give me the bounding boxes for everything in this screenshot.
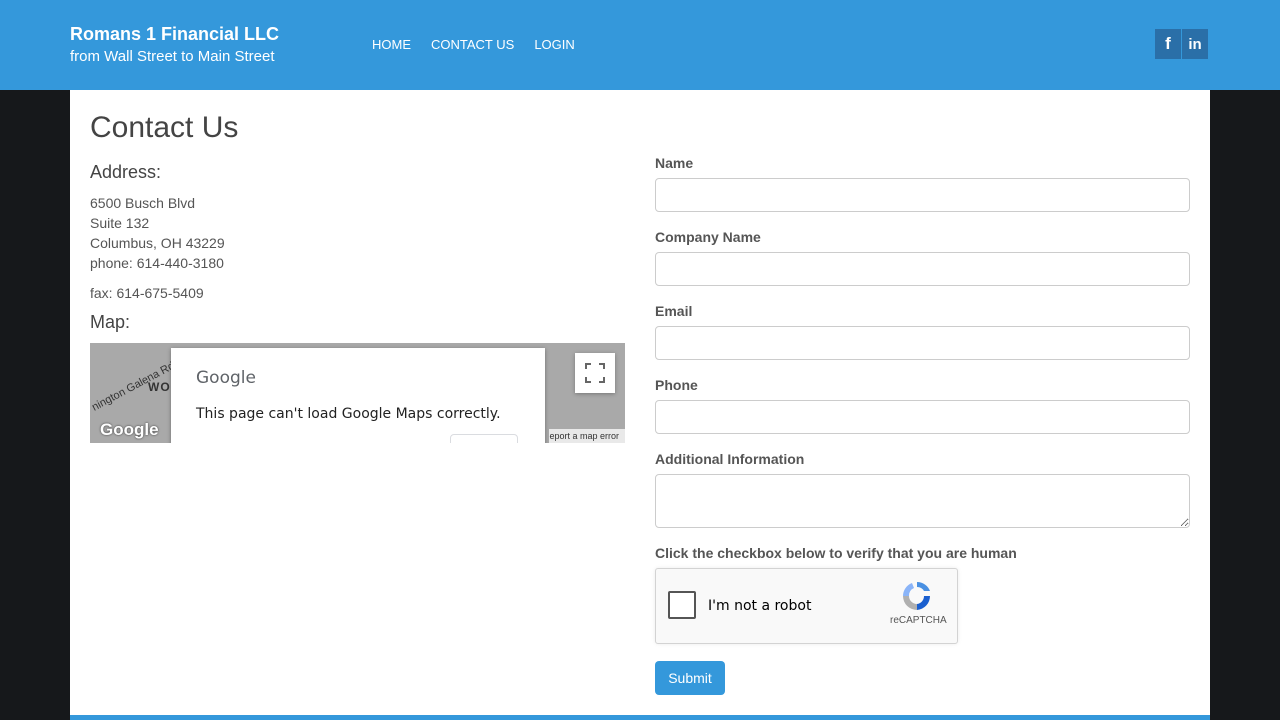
address-fax: fax: 614-675-5409	[90, 285, 204, 301]
brand[interactable]: Romans 1 Financial LLC from Wall Street …	[70, 24, 279, 66]
page-title: Contact Us	[90, 111, 239, 144]
company-name[interactable]: Romans 1 Financial LLC	[70, 24, 279, 44]
name-field[interactable]	[655, 178, 1190, 212]
fullscreen-button[interactable]	[575, 353, 615, 393]
company-name-label: Company Name	[655, 229, 761, 245]
map-dialog-ok-button[interactable]	[450, 434, 518, 443]
social-links: f in	[1155, 29, 1208, 59]
footer-strip	[70, 715, 1210, 720]
submit-button[interactable]: Submit	[655, 661, 725, 695]
captcha-prompt: Click the checkbox below to verify that …	[655, 545, 1017, 561]
company-tagline: from Wall Street to Main Street	[70, 48, 275, 65]
site-header: Romans 1 Financial LLC from Wall Street …	[0, 0, 1280, 90]
address-suite: Suite 132	[90, 215, 150, 231]
phone-field[interactable]	[655, 400, 1190, 434]
nav-contact-us[interactable]: CONTACT US	[421, 36, 524, 53]
address-heading: Address:	[90, 162, 162, 182]
address-street: 6500 Busch Blvd	[90, 195, 196, 211]
recaptcha-brand: reCAPTCHA	[890, 615, 947, 626]
recaptcha-label: I'm not a robot	[708, 598, 812, 614]
additional-info-label: Additional Information	[655, 451, 805, 467]
report-map-error-link[interactable]: eport a map error	[549, 429, 625, 443]
facebook-icon[interactable]: f	[1155, 29, 1181, 59]
nav-login[interactable]: LOGIN	[524, 36, 584, 53]
recaptcha-checkbox[interactable]	[668, 591, 696, 619]
address-city: Columbus, OH 43229	[90, 235, 225, 251]
nav-home[interactable]: HOME	[362, 36, 421, 53]
address-block: 6500 Busch Blvd Suite 132 Columbus, OH 4…	[90, 193, 225, 273]
map-dialog-brand: Google	[196, 368, 256, 388]
company-name-field[interactable]	[655, 252, 1190, 286]
name-label: Name	[655, 155, 694, 171]
address-phone: phone: 614-440-3180	[90, 255, 224, 271]
map-embed[interactable]: nington Galena Rd WO Google Google This …	[90, 343, 625, 443]
fullscreen-icon	[585, 363, 605, 383]
recaptcha-icon	[903, 582, 931, 610]
google-logo[interactable]: Google	[100, 420, 159, 440]
additional-info-field[interactable]	[655, 474, 1190, 528]
map-area-label: WO	[148, 380, 171, 394]
linkedin-icon[interactable]: in	[1182, 29, 1208, 59]
map-heading: Map:	[90, 312, 131, 332]
phone-label: Phone	[655, 377, 698, 393]
main-nav: HOME CONTACT US LOGIN	[362, 36, 585, 53]
recaptcha-widget: I'm not a robot reCAPTCHA	[655, 568, 958, 644]
map-error-dialog: Google This page can't load Google Maps …	[171, 348, 545, 443]
map-dialog-message: This page can't load Google Maps correct…	[196, 406, 501, 422]
email-label: Email	[655, 303, 693, 319]
main-content: Contact Us Address: 6500 Busch Blvd Suit…	[70, 90, 1210, 720]
email-field[interactable]	[655, 326, 1190, 360]
